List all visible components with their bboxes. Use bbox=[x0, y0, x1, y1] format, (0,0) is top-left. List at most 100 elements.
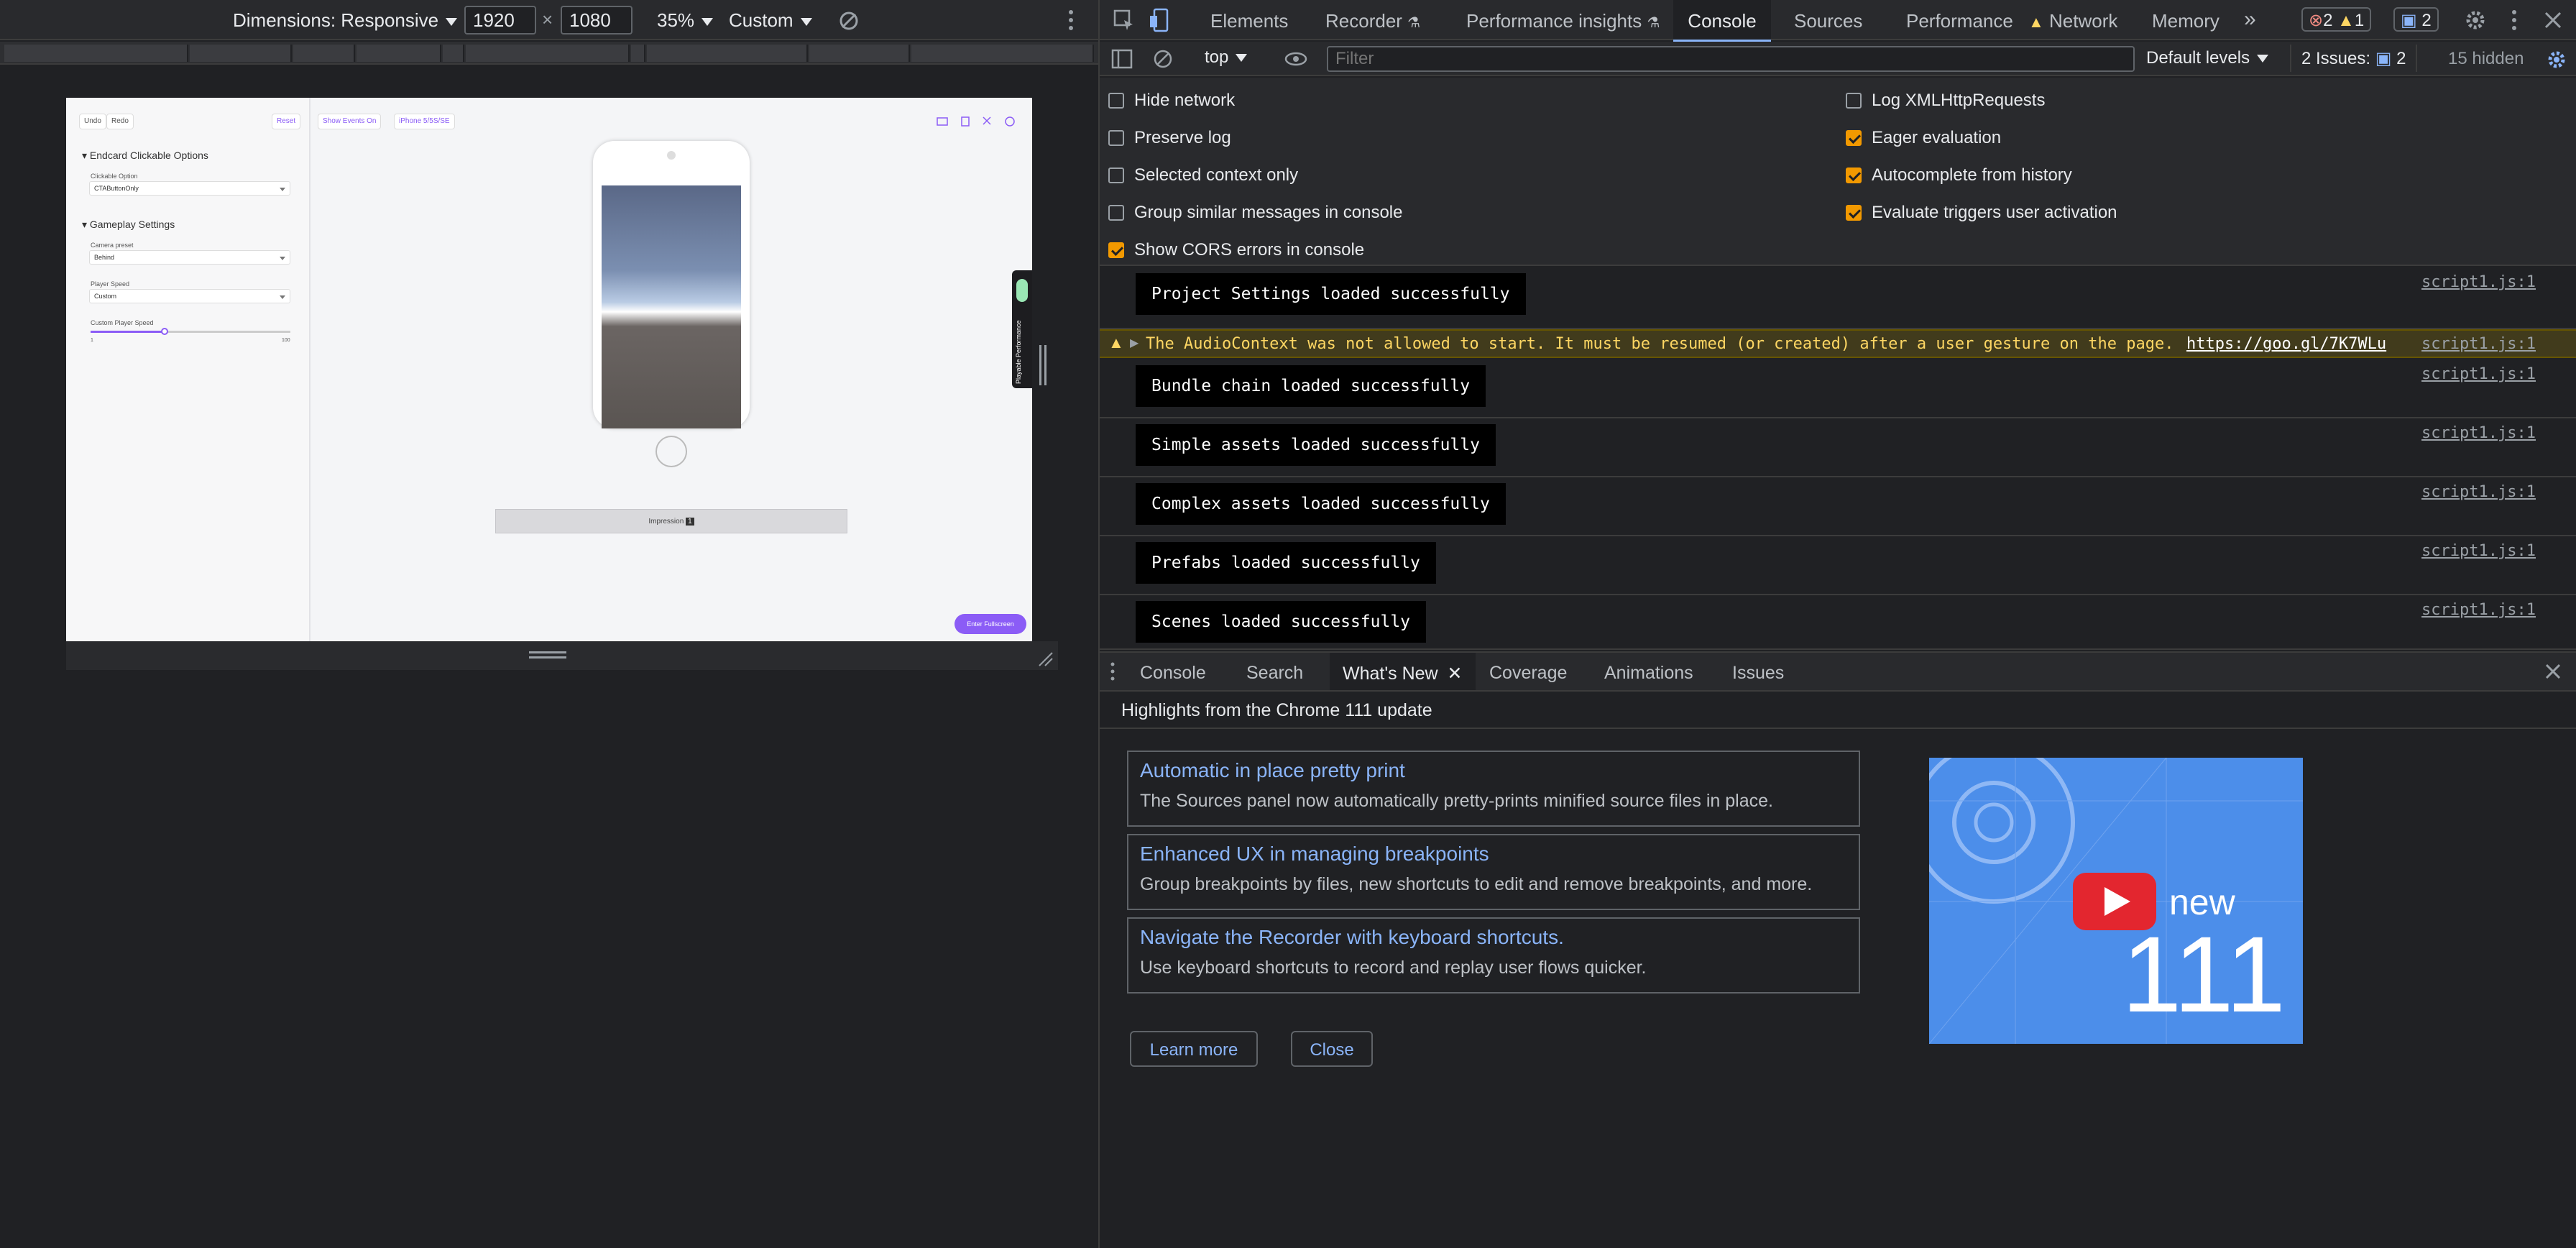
console-message-row[interactable]: Project Settings loaded successfully scri… bbox=[1100, 267, 2576, 329]
message-source-link[interactable]: script1.js:1 bbox=[2421, 273, 2536, 291]
media-query-segment[interactable] bbox=[809, 45, 910, 62]
resize-handle-icon[interactable] bbox=[529, 651, 566, 659]
tab-memory[interactable]: Memory bbox=[2140, 0, 2231, 40]
zoom-dropdown[interactable]: 35% bbox=[657, 9, 714, 32]
console-message-row[interactable]: Bundle chain loaded successfully script1.… bbox=[1100, 359, 2576, 418]
media-query-segment[interactable] bbox=[911, 45, 1094, 62]
tab-performance[interactable]: Performance bbox=[1895, 0, 2025, 40]
message-source-link[interactable]: script1.js:1 bbox=[2421, 601, 2536, 619]
speed-slider-thumb[interactable] bbox=[160, 328, 168, 335]
inspect-element-icon[interactable] bbox=[1113, 9, 1136, 32]
player-speed-select[interactable]: Custom bbox=[89, 289, 290, 303]
dimensions-dropdown[interactable]: Dimensions: Responsive bbox=[233, 9, 458, 32]
message-source-link[interactable]: script1.js:1 bbox=[2421, 335, 2536, 353]
left-label[interactable]: Show CORS errors in console bbox=[1134, 240, 1364, 260]
filter-input[interactable] bbox=[1327, 46, 2135, 72]
resize-handle-right[interactable] bbox=[1039, 345, 1046, 385]
media-query-segment[interactable] bbox=[190, 45, 292, 62]
left-checkbox[interactable] bbox=[1108, 130, 1124, 146]
right-label[interactable]: Eager evaluation bbox=[1872, 128, 2001, 148]
tab-network[interactable]: ▲ Network bbox=[2017, 0, 2129, 40]
console-message-row[interactable]: Simple assets loaded successfully script1… bbox=[1100, 418, 2576, 477]
section-endcard-heading[interactable]: ▾ Endcard Clickable Options bbox=[82, 150, 208, 162]
media-query-segment[interactable] bbox=[356, 45, 441, 62]
resize-corner-icon[interactable] bbox=[1036, 650, 1054, 667]
clickable-option-select[interactable]: CTAButtonOnly bbox=[89, 181, 290, 196]
log-levels-dropdown[interactable]: Default levels bbox=[2146, 48, 2269, 68]
left-label[interactable]: Group similar messages in console bbox=[1134, 203, 1403, 223]
tab-recorder[interactable]: Recorder ⚗ bbox=[1314, 0, 1432, 40]
issue-counters[interactable]: ⊗2 ▲1 bbox=[2301, 7, 2372, 32]
device-select[interactable]: iPhone 5/5S/SE bbox=[394, 114, 455, 129]
media-query-segment[interactable] bbox=[647, 45, 808, 62]
media-query-segment[interactable] bbox=[466, 45, 630, 62]
context-select[interactable]: top bbox=[1205, 47, 1248, 68]
tab-performance-insights[interactable]: Performance insights ⚗ bbox=[1455, 0, 1671, 40]
right-checkbox[interactable] bbox=[1846, 93, 1862, 109]
close-tab-icon[interactable]: ✕ bbox=[1448, 664, 1463, 684]
left-checkbox[interactable] bbox=[1108, 93, 1124, 109]
rotate-icon[interactable] bbox=[838, 10, 860, 32]
right-label[interactable]: Evaluate triggers user activation bbox=[1872, 203, 2117, 223]
undo-button[interactable]: Undo bbox=[79, 114, 106, 129]
feature-card[interactable]: Enhanced UX in managing breakpoints Grou… bbox=[1127, 834, 1860, 910]
enter-fullscreen-button[interactable]: Enter Fullscreen bbox=[954, 614, 1026, 634]
close-icon[interactable] bbox=[2543, 10, 2563, 30]
clear-console-icon[interactable] bbox=[1153, 49, 1173, 69]
expand-icon[interactable] bbox=[983, 116, 991, 125]
tab-elements[interactable]: Elements bbox=[1196, 0, 1302, 40]
right-checkbox[interactable] bbox=[1846, 205, 1862, 221]
feature-title[interactable]: Automatic in place pretty print bbox=[1140, 759, 1847, 782]
drawer-tab-console[interactable]: Console bbox=[1126, 653, 1220, 690]
layout-icon[interactable] bbox=[937, 117, 948, 126]
more-options-icon[interactable] bbox=[1065, 9, 1077, 32]
left-checkbox[interactable] bbox=[1108, 205, 1124, 221]
console-message-row[interactable]: Prefabs loaded successfully script1.js:1 bbox=[1100, 536, 2576, 595]
drawer-tab-issues[interactable]: Issues bbox=[1721, 653, 1795, 690]
refresh-icon[interactable] bbox=[1005, 116, 1015, 127]
left-checkbox[interactable] bbox=[1108, 168, 1124, 183]
console-settings-gear-icon[interactable] bbox=[2546, 49, 2567, 70]
media-query-segment[interactable] bbox=[443, 45, 464, 62]
more-tabs-icon[interactable]: » bbox=[2234, 0, 2266, 40]
expand-arrow-icon[interactable]: ▶ bbox=[1130, 336, 1138, 350]
message-source-link[interactable]: script1.js:1 bbox=[2421, 483, 2536, 501]
camera-preset-select[interactable]: Behind bbox=[89, 250, 290, 265]
kebab-menu-icon[interactable] bbox=[2508, 9, 2520, 32]
trash-icon[interactable] bbox=[961, 116, 970, 127]
tab-console[interactable]: Console bbox=[1673, 0, 1771, 42]
console-warning-row[interactable]: ▲ ▶ The AudioContext was not allowed to st… bbox=[1100, 329, 2576, 358]
learn-more-button[interactable]: Learn more bbox=[1130, 1031, 1258, 1067]
message-source-link[interactable]: script1.js:1 bbox=[2421, 365, 2536, 383]
media-query-segment[interactable] bbox=[631, 45, 645, 62]
tab-sources[interactable]: Sources bbox=[1782, 0, 1874, 40]
drawer-tab-whats-new[interactable]: What's New ✕ bbox=[1330, 653, 1476, 690]
resize-handle-bottom-bar[interactable] bbox=[66, 641, 1058, 670]
info-counter[interactable]: ▣ 2 bbox=[2393, 7, 2439, 32]
media-query-segment[interactable] bbox=[293, 45, 355, 62]
width-input[interactable] bbox=[464, 6, 536, 35]
gear-icon[interactable] bbox=[2464, 9, 2487, 32]
left-label[interactable]: Preserve log bbox=[1134, 128, 1231, 148]
home-button-icon[interactable] bbox=[656, 436, 687, 467]
toggle-icon[interactable] bbox=[1016, 279, 1028, 302]
media-query-segment[interactable] bbox=[4, 45, 188, 62]
reset-button[interactable]: Reset bbox=[272, 114, 301, 129]
close-button[interactable]: Close bbox=[1291, 1031, 1373, 1067]
feature-title[interactable]: Enhanced UX in managing breakpoints bbox=[1140, 843, 1847, 866]
warning-link[interactable]: https://goo.gl/7K7WLu bbox=[2186, 335, 2386, 353]
game-canvas[interactable] bbox=[602, 185, 741, 428]
throttle-dropdown[interactable]: Custom bbox=[729, 9, 812, 32]
message-source-link[interactable]: script1.js:1 bbox=[2421, 424, 2536, 442]
feature-card[interactable]: Automatic in place pretty print The Sour… bbox=[1127, 751, 1860, 827]
feature-card[interactable]: Navigate the Recorder with keyboard shor… bbox=[1127, 917, 1860, 994]
speed-slider-track[interactable] bbox=[91, 328, 290, 335]
feature-title[interactable]: Navigate the Recorder with keyboard shor… bbox=[1140, 926, 1847, 949]
close-drawer-icon[interactable] bbox=[2544, 663, 2562, 680]
right-label[interactable]: Log XMLHttpRequests bbox=[1872, 91, 2045, 111]
playable-performance-tab[interactable]: Playable Performance bbox=[1012, 270, 1032, 388]
section-gameplay-heading[interactable]: ▾ Gameplay Settings bbox=[82, 219, 175, 231]
left-checkbox[interactable] bbox=[1108, 242, 1124, 258]
right-checkbox[interactable] bbox=[1846, 168, 1862, 183]
drawer-tab-coverage[interactable]: Coverage bbox=[1478, 653, 1578, 690]
